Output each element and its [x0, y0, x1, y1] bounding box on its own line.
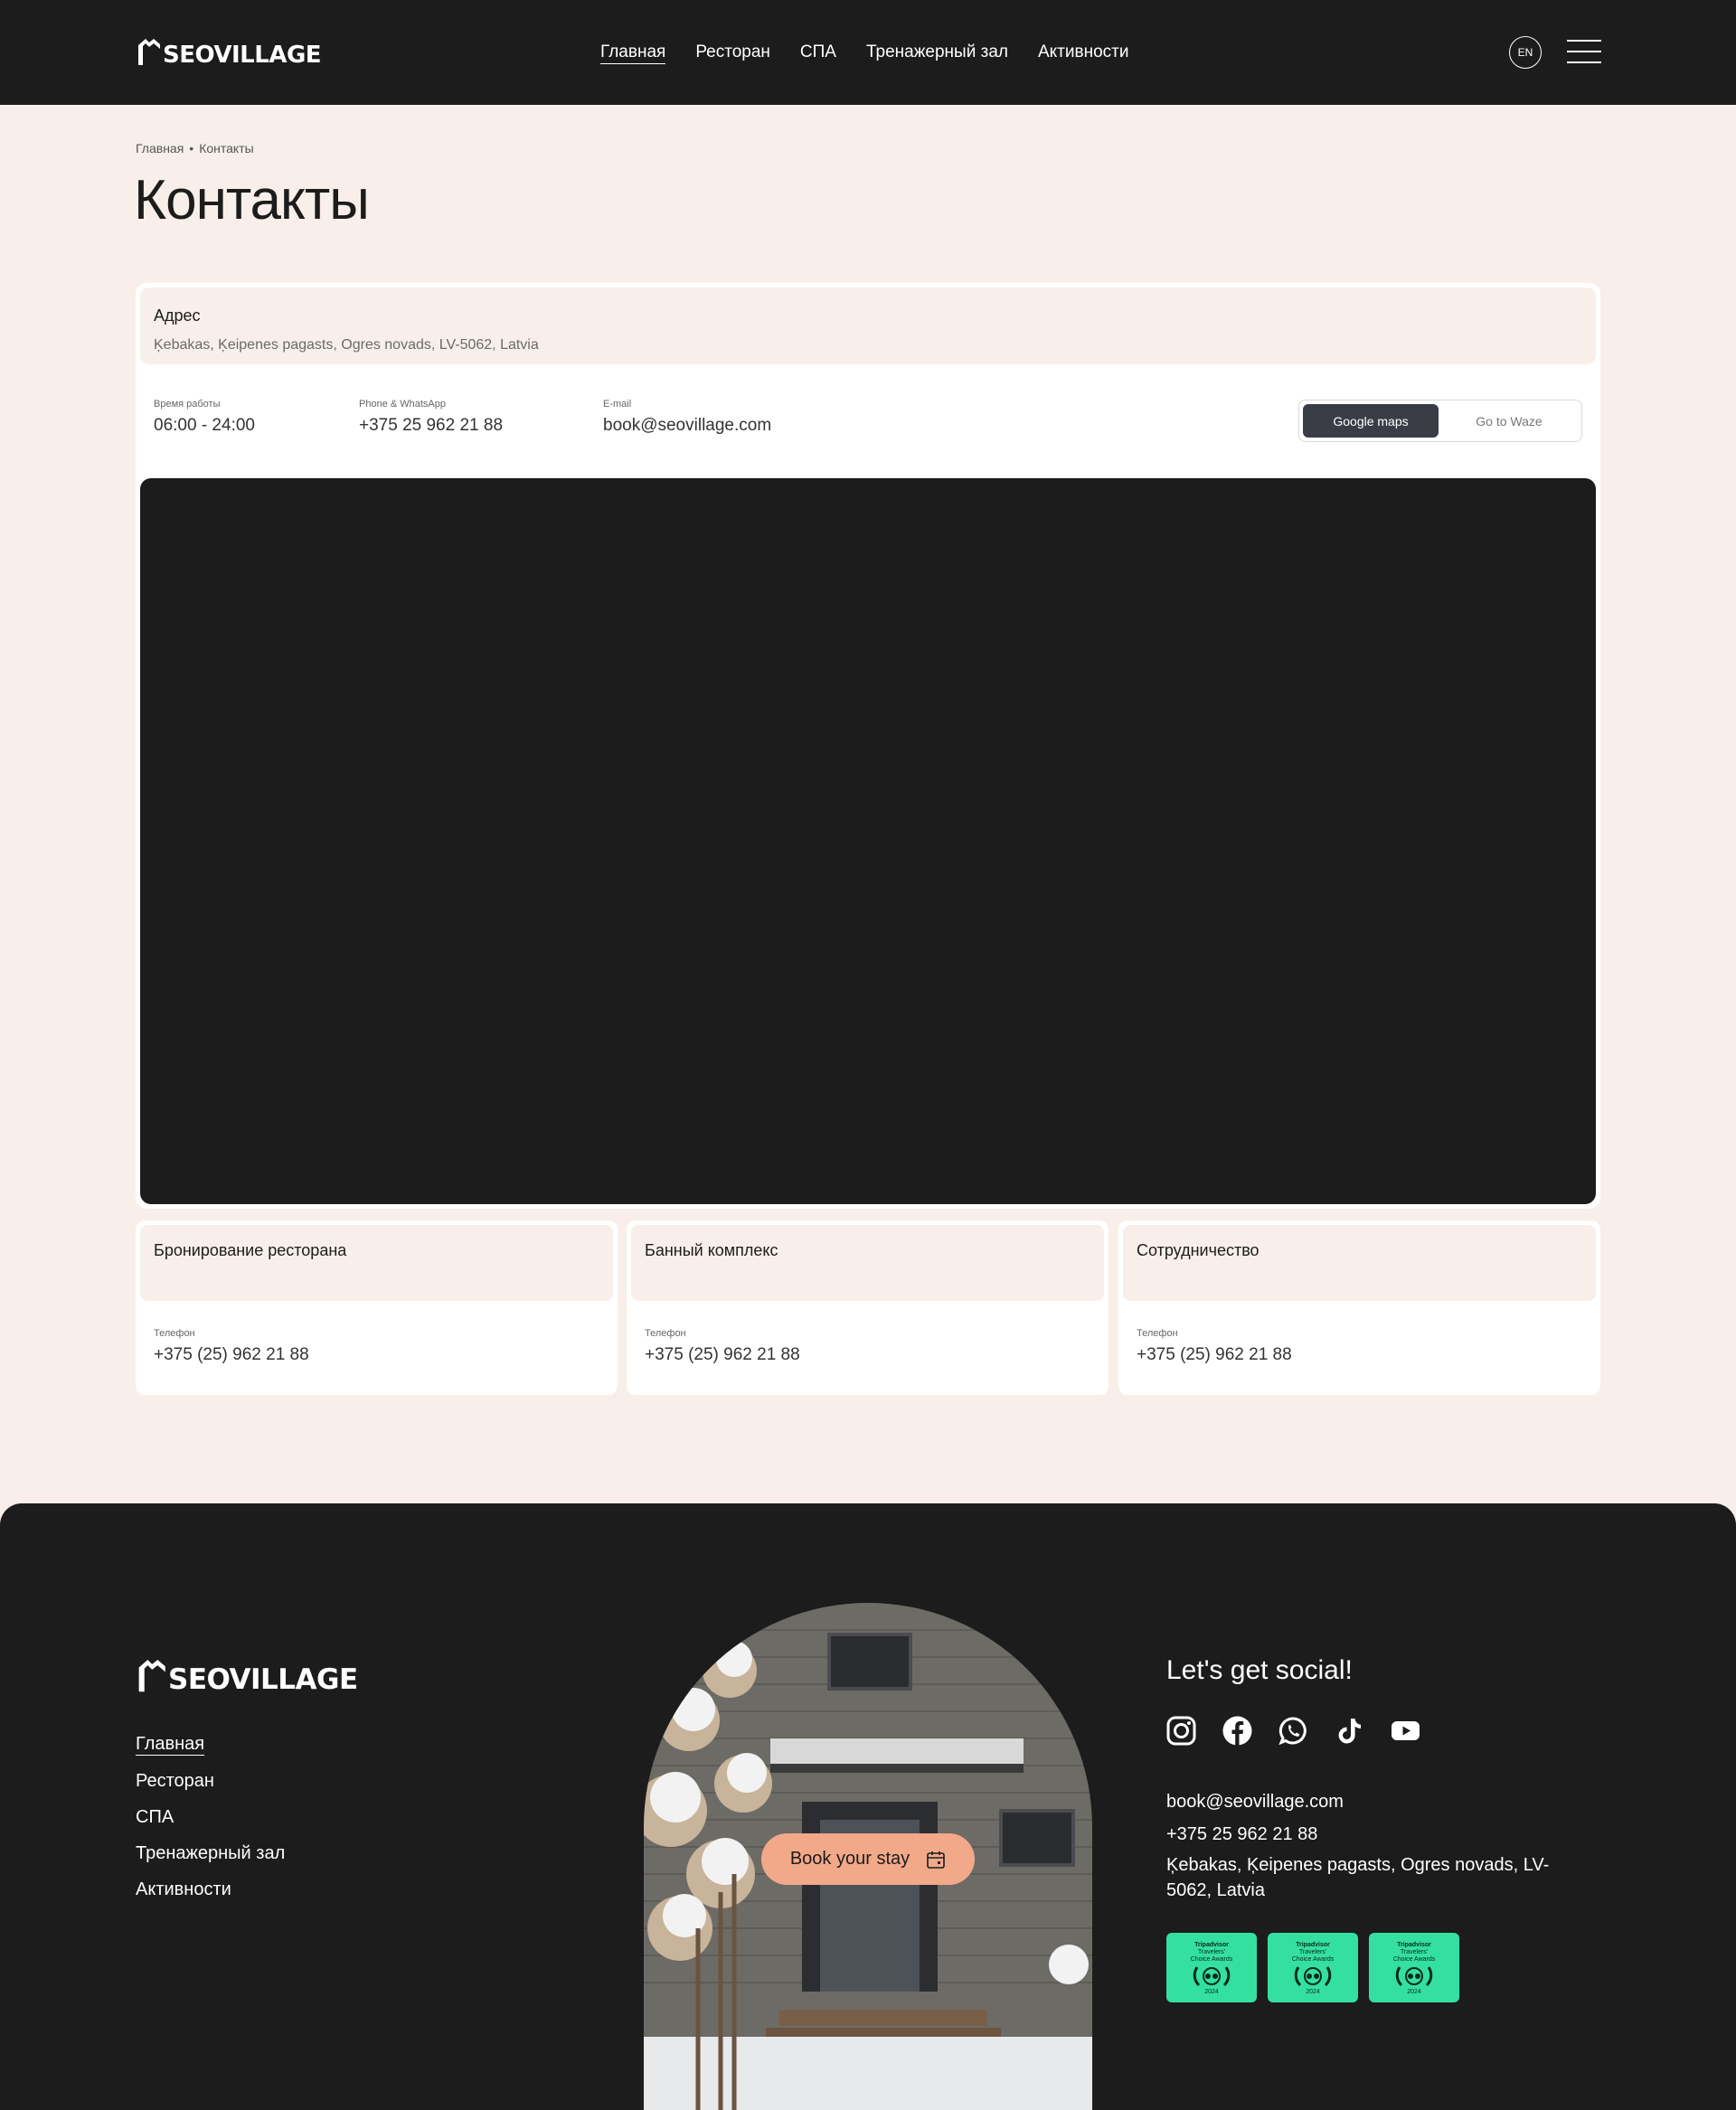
book-label: Book your stay: [789, 1849, 910, 1869]
language-switcher[interactable]: EN: [1509, 36, 1542, 69]
hours-label: Время работы: [154, 399, 221, 410]
youtube-icon[interactable]: [1391, 1716, 1420, 1746]
breadcrumb-current: Контакты: [199, 141, 254, 155]
department-phone-label: Телефон: [1137, 1328, 1178, 1339]
department-phone[interactable]: +375 (25) 962 21 88: [154, 1345, 309, 1365]
address-label: Адрес: [154, 306, 201, 325]
house-logo-icon: [138, 1660, 165, 1692]
tripadvisor-badges: Tripadvisor Travelers' Choice Awards 202…: [1166, 1933, 1459, 2002]
footer-link-home[interactable]: Главная: [136, 1733, 205, 1756]
contacts-card: Адрес Ķebakas, Ķeipenes pagasts, Ogres n…: [136, 283, 1600, 1209]
footer-address: Ķebakas, Ķeipenes pagasts, Ogres novads,…: [1166, 1855, 1550, 1900]
email-value[interactable]: book@seovillage.com: [603, 416, 771, 436]
breadcrumb: Главная • Контакты: [136, 141, 254, 155]
footer-phone[interactable]: +375 25 962 21 88: [1166, 1818, 1555, 1851]
breadcrumb-separator: •: [189, 141, 194, 155]
address-box: Адрес Ķebakas, Ķeipenes pagasts, Ogres n…: [140, 287, 1596, 364]
footer: SEOVILLAGE Главная Ресторан СПА Тренажер…: [0, 1503, 1736, 2110]
nav-link-activities[interactable]: Активности: [1038, 42, 1128, 64]
google-maps-button[interactable]: Google maps: [1303, 404, 1439, 438]
tripadvisor-owl-icon: [1395, 1966, 1433, 1987]
book-your-stay-button[interactable]: Book your stay: [761, 1833, 975, 1885]
department-header: Банный комплекс: [631, 1225, 1104, 1301]
menu-icon[interactable]: [1567, 40, 1601, 63]
tiktok-icon[interactable]: [1335, 1716, 1364, 1746]
waze-button[interactable]: Go to Waze: [1439, 404, 1580, 438]
footer-contacts: book@seovillage.com +375 25 962 21 88 Ķe…: [1166, 1785, 1555, 1903]
footer-link-gym[interactable]: Тренажерный зал: [136, 1842, 285, 1864]
phone-info: Phone & WhatsApp +375 25 962 21 88: [359, 399, 503, 436]
tripadvisor-badge: Tripadvisor Travelers' Choice Awards 202…: [1268, 1933, 1358, 2002]
footer-logo-text: SEOVILLAGE: [168, 1663, 358, 1696]
phone-value[interactable]: +375 25 962 21 88: [359, 416, 503, 436]
department-card-partnership: Сотрудничество Телефон +375 (25) 962 21 …: [1118, 1220, 1600, 1395]
tripadvisor-owl-icon: [1294, 1966, 1332, 1987]
tripadvisor-owl-icon: [1193, 1966, 1231, 1987]
footer-link-spa[interactable]: СПА: [136, 1806, 174, 1828]
phone-label: Phone & WhatsApp: [359, 399, 447, 410]
instagram-icon[interactable]: [1166, 1716, 1196, 1746]
house-logo-icon: [138, 39, 160, 65]
map-embed[interactable]: [140, 478, 1596, 1204]
nav-link-spa[interactable]: СПА: [800, 42, 836, 64]
footer-link-restaurant[interactable]: Ресторан: [136, 1770, 214, 1792]
social-title: Let's get social!: [1166, 1655, 1353, 1685]
department-phone-label: Телефон: [645, 1328, 686, 1339]
page-title: Контакты: [134, 169, 370, 231]
main-nav: Главная Ресторан СПА Тренажерный зал Акт…: [600, 42, 1128, 64]
department-title: Банный комплекс: [645, 1241, 778, 1259]
department-card-restaurant: Бронирование ресторана Телефон +375 (25)…: [136, 1220, 618, 1395]
social-links: [1166, 1716, 1420, 1746]
tripadvisor-badge: Tripadvisor Travelers' Choice Awards 202…: [1369, 1933, 1459, 2002]
department-title: Бронирование ресторана: [154, 1241, 347, 1259]
facebook-icon[interactable]: [1222, 1716, 1252, 1746]
footer-logo[interactable]: SEOVILLAGE: [136, 1656, 358, 1694]
breadcrumb-home[interactable]: Главная: [136, 141, 184, 155]
footer-nav: Главная Ресторан СПА Тренажерный зал Акт…: [136, 1733, 285, 1915]
top-navigation-bar: SEOVILLAGE Главная Ресторан СПА Тренажер…: [0, 0, 1736, 105]
department-phone-label: Телефон: [154, 1328, 195, 1339]
department-card-bathhouse: Банный комплекс Телефон +375 (25) 962 21…: [627, 1220, 1109, 1395]
footer-email[interactable]: book@seovillage.com: [1166, 1785, 1555, 1818]
department-title: Сотрудничество: [1137, 1241, 1260, 1259]
whatsapp-icon[interactable]: [1278, 1716, 1308, 1746]
calendar-icon: [927, 1851, 945, 1869]
opening-hours: Время работы 06:00 - 24:00: [154, 399, 255, 436]
department-header: Сотрудничество: [1123, 1225, 1596, 1301]
department-phone[interactable]: +375 (25) 962 21 88: [1137, 1345, 1292, 1365]
map-provider-toggle: Google maps Go to Waze: [1298, 400, 1582, 442]
nav-link-restaurant[interactable]: Ресторан: [695, 42, 770, 64]
tripadvisor-badge: Tripadvisor Travelers' Choice Awards 202…: [1166, 1933, 1257, 2002]
email-label: E-mail: [603, 399, 632, 410]
logo-text: SEOVILLAGE: [163, 42, 322, 69]
address-value: Ķebakas, Ķeipenes pagasts, Ogres novads,…: [154, 337, 539, 353]
department-header: Бронирование ресторана: [140, 1225, 613, 1301]
email-info: E-mail book@seovillage.com: [603, 399, 771, 436]
logo[interactable]: SEOVILLAGE: [136, 36, 322, 69]
hours-value: 06:00 - 24:00: [154, 416, 255, 435]
department-phone[interactable]: +375 (25) 962 21 88: [645, 1345, 800, 1365]
nav-link-home[interactable]: Главная: [600, 42, 666, 64]
footer-link-activities[interactable]: Активности: [136, 1879, 231, 1900]
nav-link-gym[interactable]: Тренажерный зал: [866, 42, 1008, 64]
